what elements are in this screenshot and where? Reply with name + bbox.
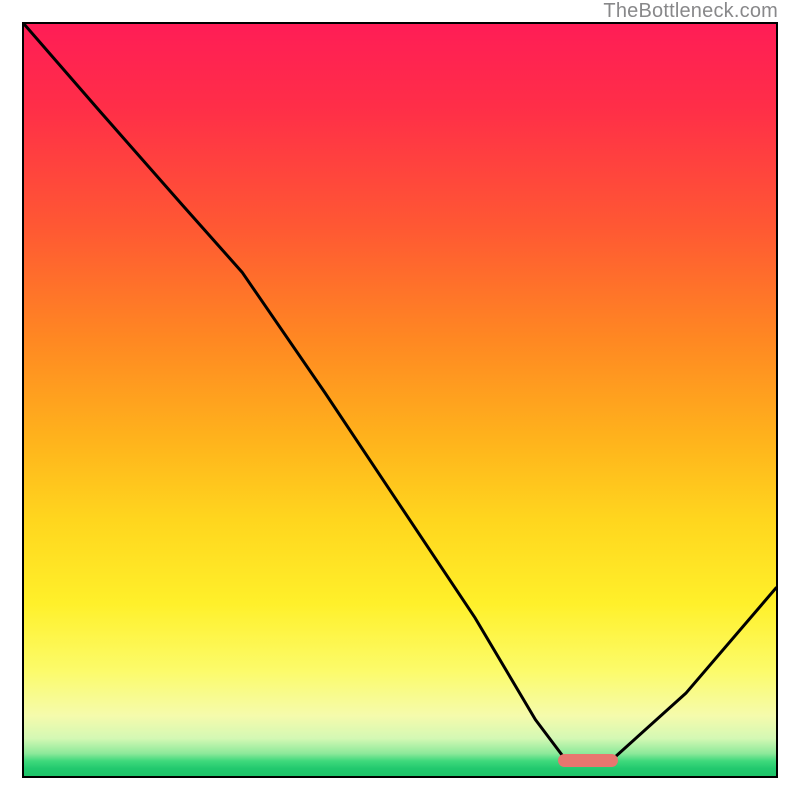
plot-area xyxy=(22,22,778,778)
valley-marker xyxy=(558,754,618,767)
bottleneck-curve xyxy=(24,24,776,761)
chart-container: TheBottleneck.com xyxy=(0,0,800,800)
curve-layer xyxy=(24,24,776,776)
watermark-text: TheBottleneck.com xyxy=(603,0,778,23)
